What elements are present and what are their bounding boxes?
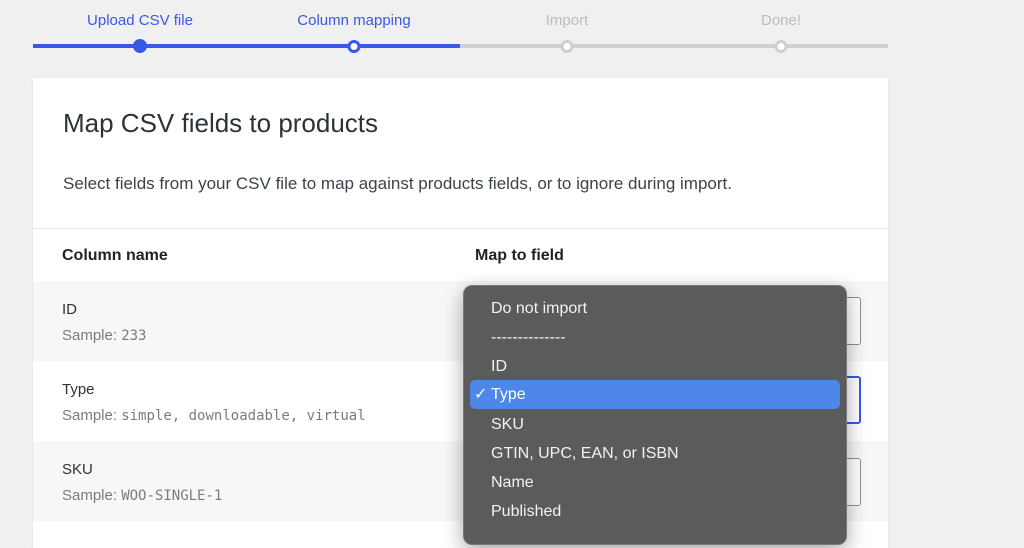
map-to-field-header: Map to field xyxy=(475,247,564,264)
header-divider xyxy=(33,228,888,229)
page-description: Select fields from your CSV file to map … xyxy=(63,174,732,193)
checkmark-icon: ✓ xyxy=(474,386,488,403)
step-done-dot xyxy=(774,40,788,53)
step-import-label: Import xyxy=(545,12,589,29)
row-sample: Sample: WOO-SINGLE-1 xyxy=(62,487,222,504)
column-name-header: Column name xyxy=(62,247,168,264)
page-title: Map CSV fields to products xyxy=(63,108,379,138)
dropdown-separator: -------------- xyxy=(491,329,566,346)
sample-label: Sample: xyxy=(62,327,118,344)
row-column-name: Type xyxy=(62,381,95,398)
step-column-mapping-dot xyxy=(347,40,361,53)
sample-label: Sample: xyxy=(62,407,118,424)
dropdown-option[interactable]: SKU xyxy=(470,410,840,439)
row-sample: Sample: simple, downloadable, virtual xyxy=(62,407,366,424)
sample-value: simple, downloadable, virtual xyxy=(121,408,366,424)
dropdown-option[interactable]: Do not import xyxy=(470,294,840,323)
step-done-label: Done! xyxy=(760,12,802,29)
map-field-dropdown-menu: Do not import -------------- ID ✓ Type S… xyxy=(463,285,847,545)
row-column-name: ID xyxy=(62,301,77,318)
sample-value: WOO-SINGLE-1 xyxy=(121,488,223,504)
dropdown-option[interactable]: Name xyxy=(470,468,840,497)
step-upload-csv-dot xyxy=(133,39,147,53)
dropdown-option-label: Type xyxy=(491,386,526,403)
step-upload-csv-label: Upload CSV file xyxy=(87,12,193,29)
import-stepper: Upload CSV file Column mapping Import Do… xyxy=(0,0,1024,60)
stepper-progress xyxy=(33,44,460,48)
dropdown-option[interactable]: GTIN, UPC, EAN, or ISBN xyxy=(470,439,840,468)
row-column-name: SKU xyxy=(62,461,93,478)
sample-label: Sample: xyxy=(62,487,118,504)
step-column-mapping-label: Column mapping xyxy=(297,12,411,29)
dropdown-option-selected[interactable]: ✓ Type xyxy=(470,380,840,409)
row-sample: Sample: 233 xyxy=(62,327,147,344)
sample-value: 233 xyxy=(121,328,147,344)
dropdown-option[interactable]: ID xyxy=(470,352,840,381)
dropdown-option[interactable]: Published xyxy=(470,497,840,526)
step-import-dot xyxy=(560,40,574,53)
